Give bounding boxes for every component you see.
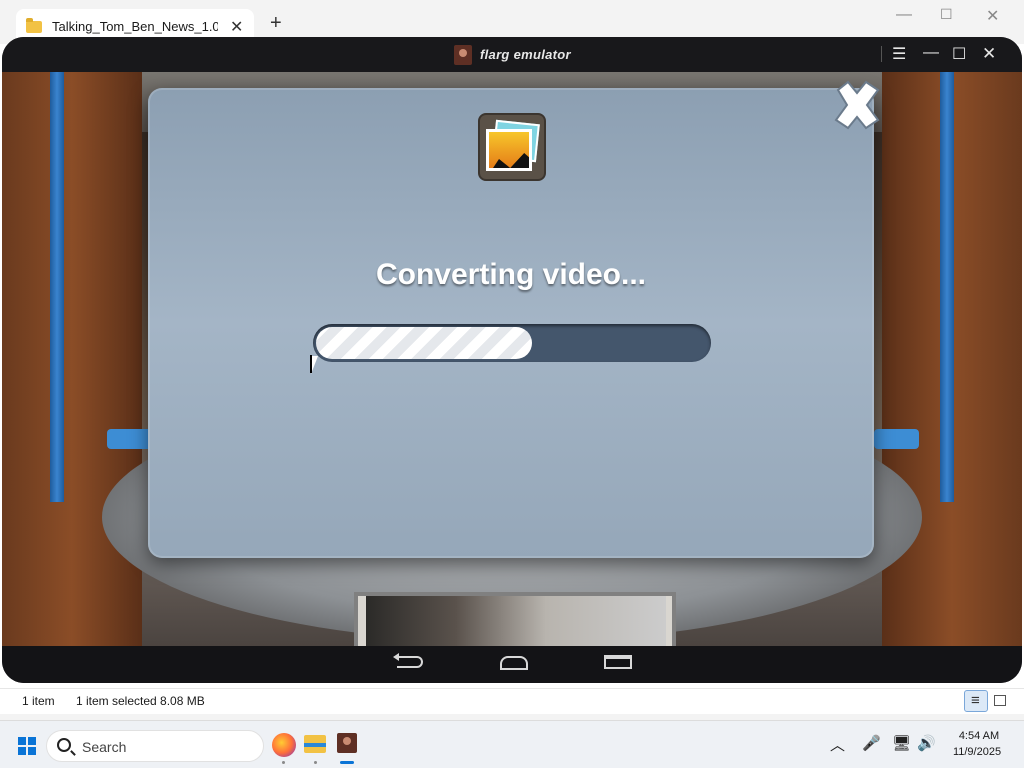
app-icon xyxy=(454,45,472,65)
clock-date[interactable]: 11/9/2025 xyxy=(946,746,1008,758)
gallery-icon xyxy=(478,113,546,181)
item-count: 1 item xyxy=(22,694,55,708)
progress-bar xyxy=(313,324,711,362)
new-tab-button[interactable]: + xyxy=(270,12,282,35)
menu-icon[interactable]: ☰ xyxy=(892,44,906,64)
tiles-view-button[interactable] xyxy=(994,695,1006,706)
emulator-close-button[interactable]: ✕ xyxy=(982,44,996,64)
scene-wall-left xyxy=(2,72,142,646)
tab-title: Talking_Tom_Ben_News_1.0(bc xyxy=(52,19,218,34)
clock-time[interactable]: 4:54 AM xyxy=(950,730,1008,742)
mouse-cursor xyxy=(310,355,325,374)
selection-info: 1 item selected 8.08 MB xyxy=(76,694,205,708)
recent-apps-icon[interactable] xyxy=(604,655,632,669)
microphone-icon[interactable]: 🎤 xyxy=(862,734,881,752)
scene-pillar-right xyxy=(940,72,954,502)
running-indicator xyxy=(282,761,285,764)
search-label: Search xyxy=(82,739,127,755)
maximize-button[interactable]: ☐ xyxy=(940,6,953,23)
emulator-title: flarg emulator xyxy=(480,47,571,62)
home-icon[interactable] xyxy=(500,656,528,670)
desk-rim-right xyxy=(874,429,919,449)
network-icon[interactable]: 🖥 xyxy=(892,734,911,752)
folder-icon xyxy=(26,17,42,33)
file-explorer-icon[interactable] xyxy=(304,735,326,753)
dialog-heading: Converting video... xyxy=(375,258,647,291)
firefox-icon[interactable] xyxy=(272,733,296,757)
back-icon[interactable] xyxy=(393,653,423,668)
explorer-status-bar: 1 item 1 item selected 8.08 MB xyxy=(0,688,1024,714)
taskbar-search[interactable]: Search xyxy=(46,730,264,762)
titlebar-divider xyxy=(881,46,882,62)
taskbar: Search ︿ 🎤 🖥 🔊 4:54 AM 11/9/2025 xyxy=(0,720,1024,768)
flarg-emulator-icon[interactable] xyxy=(337,733,357,753)
volume-icon[interactable]: 🔊 xyxy=(917,734,936,752)
monitor-screen xyxy=(366,596,666,646)
desk-monitor xyxy=(354,592,676,646)
android-nav-bar xyxy=(2,646,1022,683)
active-indicator xyxy=(340,761,354,764)
close-window-button[interactable]: ✕ xyxy=(986,6,999,26)
scene-pillar-left xyxy=(50,72,64,502)
progress-fill xyxy=(316,327,532,359)
chevron-up-icon[interactable]: ︿ xyxy=(830,734,845,755)
emulator-titlebar[interactable]: flarg emulator ☰ — ☐ ✕ xyxy=(2,37,1022,72)
windows-start-icon[interactable] xyxy=(18,737,36,755)
tab-close-button[interactable]: ✕ xyxy=(230,17,243,37)
running-indicator xyxy=(314,761,317,764)
search-icon xyxy=(57,738,71,752)
close-x-icon[interactable] xyxy=(828,76,886,134)
photo-front xyxy=(486,129,532,171)
minimize-button[interactable]: — xyxy=(896,6,912,24)
details-view-button[interactable] xyxy=(964,690,988,712)
emulator-minimize-button[interactable]: — xyxy=(923,44,939,62)
emulator-maximize-button[interactable]: ☐ xyxy=(952,44,966,64)
